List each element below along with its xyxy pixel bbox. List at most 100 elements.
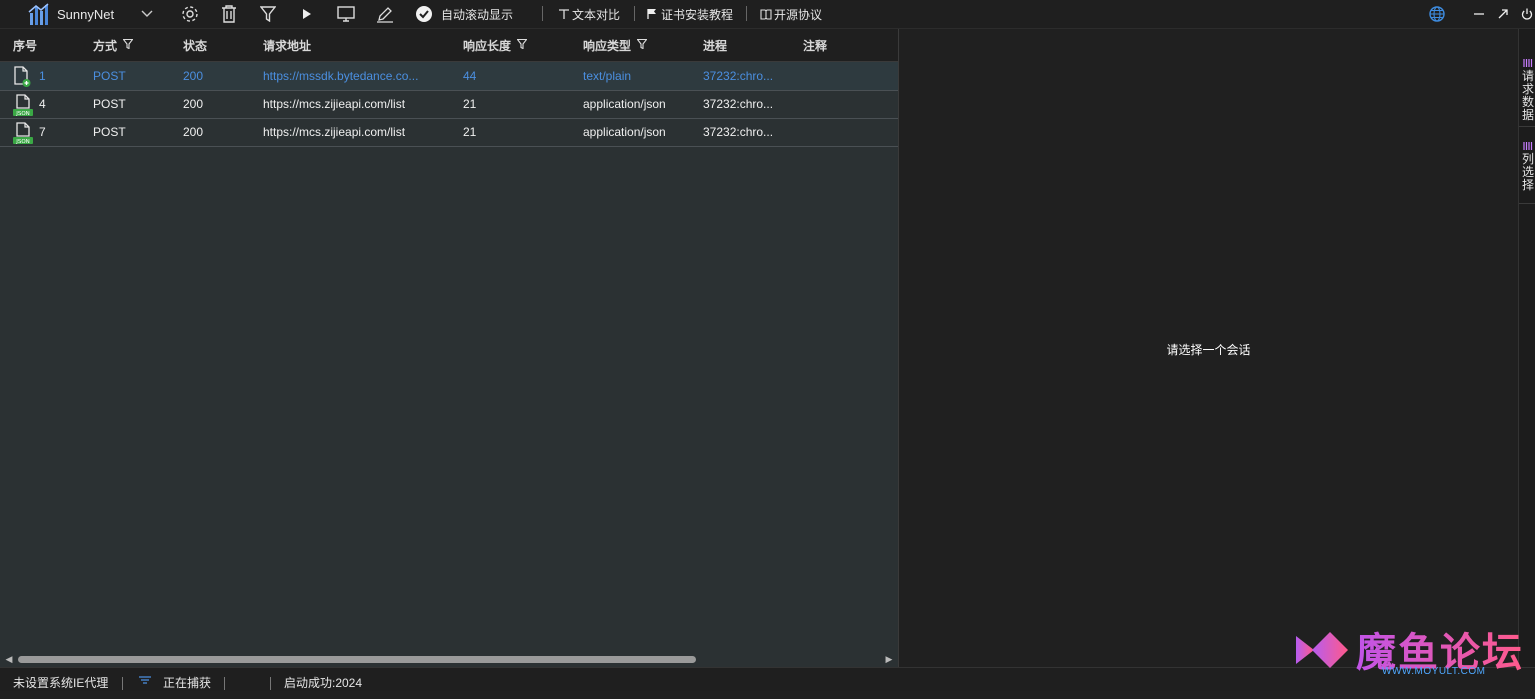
table-row[interactable]: JSON 4 POST 200 https://mcs.zijieapi.com… [0,90,898,119]
cell-type: text/plain [583,69,632,83]
power-icon[interactable] [1521,0,1533,28]
empty-placeholder: 请选择一个会话 [1166,343,1251,357]
filter-icon[interactable] [260,0,276,28]
maximize-icon[interactable] [1498,0,1508,28]
toolbar: SunnyNet 自动滚动显示 文本对比 证书安装教程 开源协议 [0,0,1535,29]
pencil-icon[interactable] [376,0,394,28]
filter-icon[interactable] [122,38,134,52]
divider [270,677,271,690]
cell-url: https://mcs.zijieapi.com/list [263,125,406,139]
horizontal-scrollbar[interactable]: ◀ ▶ [0,651,898,667]
app-title-area: SunnyNet [57,0,114,28]
minimize-icon[interactable] [1474,0,1484,28]
app-title: SunnyNet [57,6,115,22]
svg-text:JSON: JSON [15,139,30,145]
trash-icon[interactable] [221,0,237,28]
play-icon[interactable] [302,0,312,28]
table-header: 序号 方式 状态 请求地址 响应长度 响应类型 进程 注释 [0,29,898,62]
column-label: 响应类型 [583,38,632,53]
watermark-url: WWW.MOYULT.COM [1382,666,1486,677]
session-list: 序号 方式 状态 请求地址 响应长度 响应类型 进程 注释 1 POST 200… [0,29,899,667]
svg-text:JSON: JSON [15,111,30,117]
text-icon [558,8,570,20]
column-label: 状态 [183,38,208,53]
session-detail-pane: 请选择一个会话 [899,29,1518,667]
check-circle-icon[interactable] [415,0,433,28]
scrollbar-thumb[interactable] [18,656,696,663]
json-file-icon: JSON [12,94,34,117]
open-source-button[interactable]: 开源协议 [760,0,822,28]
cell-length: 21 [463,97,477,111]
columns-icon [1523,139,1533,150]
tab-label: 请求数据 [1522,69,1535,122]
cell-type: application/json [583,97,666,111]
proxy-status[interactable]: 未设置系统IE代理 [13,668,108,691]
column-label: 注释 [803,38,828,53]
watermark-logo: 魔鱼论坛 WWW.MOYULT.COM [1290,622,1535,680]
scroll-right-icon[interactable]: ▶ [884,654,894,664]
columns-icon [1523,56,1533,67]
fish-logo-icon [1296,632,1348,668]
cell-index: 7 [39,125,46,139]
cert-tutorial-button[interactable]: 证书安装教程 [647,0,733,28]
json-file-icon: JSON [12,122,34,145]
column-header-method[interactable]: 方式 [93,29,134,61]
column-label: 进程 [703,38,728,53]
tab-request-data[interactable]: 请求数据 [1519,46,1535,127]
filter-icon[interactable] [636,38,648,52]
globe-icon[interactable] [1429,0,1445,28]
cell-url: https://mcs.zijieapi.com/list [263,97,406,111]
startup-status: 启动成功:2024 [284,676,363,690]
cell-process: 37232:chro... [703,125,774,139]
cell-method: POST [93,69,126,83]
book-icon [760,8,772,20]
tab-label: 列选择 [1522,152,1535,192]
divider [122,677,123,690]
column-header-status[interactable]: 状态 [183,29,207,61]
divider [224,677,225,690]
divider [746,6,747,21]
column-header-type[interactable]: 响应类型 [583,29,648,61]
gear-icon[interactable] [181,0,199,28]
column-label: 响应长度 [463,38,512,53]
cell-type: application/json [583,125,666,139]
capture-status[interactable]: 正在捕获 [163,668,211,691]
column-header-process[interactable]: 进程 [703,29,727,61]
cell-status: 200 [183,69,204,83]
cell-length: 44 [463,69,477,83]
capture-filter-icon [139,675,151,685]
text-compare-button[interactable]: 文本对比 [558,0,620,28]
cell-process: 37232:chro... [703,97,774,111]
column-header-note[interactable]: 注释 [803,29,827,61]
cell-index: 4 [39,97,46,111]
column-label: 请求地址 [263,38,312,53]
scroll-left-icon[interactable]: ◀ [4,654,14,664]
autoscroll-toggle[interactable]: 自动滚动显示 [441,0,513,28]
table-row[interactable]: JSON 7 POST 200 https://mcs.zijieapi.com… [0,118,898,147]
cell-length: 21 [463,125,477,139]
monitor-icon[interactable] [337,0,355,28]
cell-method: POST [93,97,126,111]
cell-status: 200 [183,97,204,111]
filter-icon[interactable] [516,38,528,52]
table-row[interactable]: 1 POST 200 https://mssdk.bytedance.co...… [0,62,898,91]
autoscroll-label: 自动滚动显示 [441,7,514,22]
side-tab-bar: 请求数据 列选择 [1518,29,1535,667]
app-logo-icon [28,0,52,28]
cell-method: POST [93,125,126,139]
cell-url: https://mssdk.bytedance.co... [263,69,419,83]
tab-column-select[interactable]: 列选择 [1519,129,1535,204]
column-header-url[interactable]: 请求地址 [263,29,311,61]
cell-status: 200 [183,125,204,139]
chevron-down-icon[interactable] [141,0,153,28]
open-source-label: 开源协议 [774,7,823,22]
column-label: 序号 [13,38,38,53]
column-header-index[interactable]: 序号 [13,29,37,61]
cert-tutorial-label: 证书安装教程 [661,7,734,22]
divider [634,6,635,21]
divider [542,6,543,21]
document-plus-icon [12,66,34,88]
cell-process: 37232:chro... [703,69,774,83]
cell-index: 1 [39,69,46,83]
column-header-length[interactable]: 响应长度 [463,29,528,61]
